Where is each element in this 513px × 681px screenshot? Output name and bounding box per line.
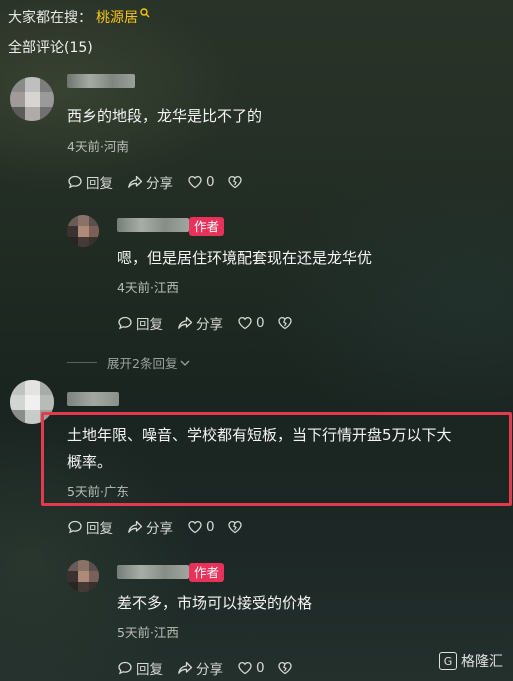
- heart-icon: [188, 520, 202, 534]
- avatar[interactable]: [10, 77, 54, 121]
- broken-heart-icon: [277, 661, 292, 675]
- reply-text: 嗯，但是居住环境配套现在还是龙华优: [117, 249, 373, 267]
- like-button[interactable]: 0: [187, 519, 215, 535]
- dislike-button[interactable]: [277, 315, 296, 331]
- dislike-button[interactable]: [227, 519, 246, 535]
- comment-bubble-icon: [68, 175, 82, 189]
- comment-bubble-icon: [118, 661, 132, 675]
- search-suggestion[interactable]: 大家都在搜： 桃源居: [8, 7, 150, 27]
- reply-button[interactable]: 回复: [117, 658, 163, 678]
- search-icon: [140, 8, 150, 18]
- share-button[interactable]: 分享: [127, 172, 173, 192]
- like-button[interactable]: 0: [187, 174, 215, 190]
- username-blurred[interactable]: [117, 218, 189, 232]
- share-button[interactable]: 分享: [127, 517, 173, 537]
- heart-icon: [238, 316, 252, 330]
- search-term-link[interactable]: 桃源居: [96, 7, 138, 27]
- comments-count-header: 全部评论(15): [8, 40, 93, 56]
- share-arrow-icon: [128, 175, 143, 188]
- comment-text: 西乡的地段，龙华是比不了的: [67, 107, 263, 125]
- share-button[interactable]: 分享: [177, 313, 223, 333]
- like-button[interactable]: 0: [237, 660, 265, 676]
- author-badge: 作者: [189, 217, 225, 236]
- reply-actions: 回复 分享 0: [117, 313, 310, 333]
- watermark: G 格隆汇: [439, 651, 503, 671]
- search-prefix: 大家都在搜：: [8, 10, 92, 26]
- share-arrow-icon: [178, 661, 193, 674]
- avatar[interactable]: [67, 560, 99, 592]
- chevron-down-icon: [180, 360, 190, 366]
- author-badge: 作者: [189, 563, 225, 582]
- comment-actions: 回复 分享 0: [67, 172, 260, 192]
- comment-actions: 回复 分享 0: [67, 517, 260, 537]
- divider: [67, 362, 97, 363]
- reply-button[interactable]: 回复: [117, 313, 163, 333]
- reply-meta: 4天前·江西: [117, 280, 179, 295]
- heart-icon: [188, 175, 202, 189]
- reply-button[interactable]: 回复: [67, 172, 113, 192]
- highlight-box: [41, 412, 512, 506]
- broken-heart-icon: [227, 520, 242, 534]
- heart-icon: [238, 661, 252, 675]
- dislike-button[interactable]: [227, 174, 246, 190]
- expand-replies-button[interactable]: 展开2条回复: [67, 353, 191, 372]
- reply-meta: 5天前·江西: [117, 625, 179, 640]
- avatar[interactable]: [67, 215, 99, 247]
- reply-text: 差不多，市场可以接受的价格: [117, 594, 313, 612]
- comment-bubble-icon: [68, 520, 82, 534]
- comment-bubble-icon: [118, 316, 132, 330]
- reply-actions: 回复 分享 0: [117, 658, 310, 678]
- username-blurred[interactable]: [67, 74, 135, 88]
- like-button[interactable]: 0: [237, 315, 265, 331]
- share-arrow-icon: [128, 520, 143, 533]
- comment-meta: 4天前·河南: [67, 139, 129, 154]
- gelonghui-logo-icon: G: [439, 652, 457, 670]
- share-button[interactable]: 分享: [177, 658, 223, 678]
- username-blurred[interactable]: [67, 392, 119, 406]
- broken-heart-icon: [277, 316, 292, 330]
- broken-heart-icon: [227, 175, 242, 189]
- reply-button[interactable]: 回复: [67, 517, 113, 537]
- dislike-button[interactable]: [277, 660, 296, 676]
- share-arrow-icon: [178, 316, 193, 329]
- username-blurred[interactable]: [117, 565, 189, 579]
